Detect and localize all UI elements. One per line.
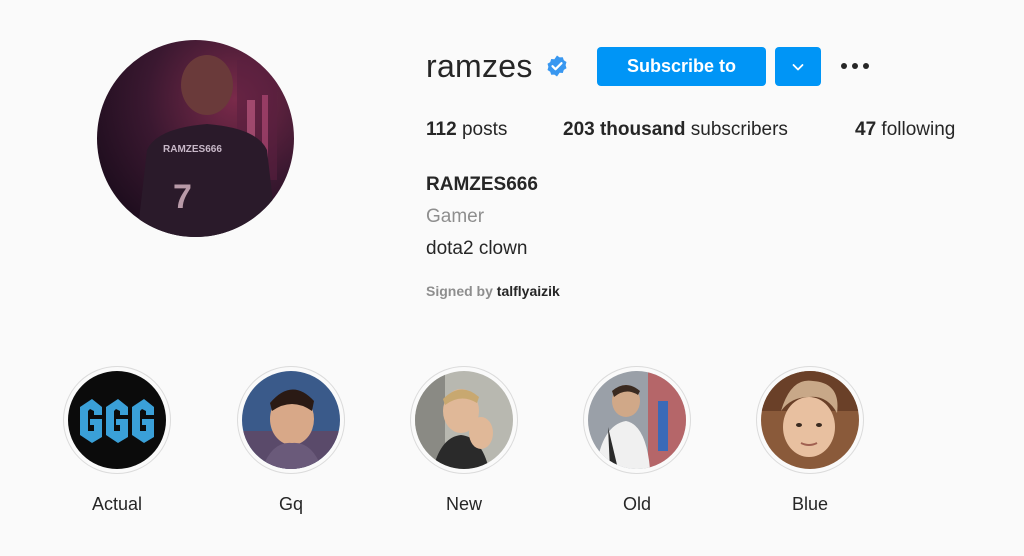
highlight-label: Old [622, 494, 651, 514]
subscribers-stat[interactable]: 203 thousand subscribers [563, 119, 788, 141]
posts-stat: 112 posts [426, 119, 507, 141]
suggested-accounts-dropdown-button[interactable] [775, 47, 821, 86]
highlight-label: Gq [278, 494, 303, 514]
profile-header: ramzes [426, 46, 569, 86]
highlight-photo [415, 371, 513, 469]
highlight-ring [756, 366, 864, 474]
full-name: RAMZES666 [426, 174, 538, 195]
highlight-item[interactable]: Blue [755, 366, 865, 515]
posts-label: posts [461, 119, 508, 140]
subscribers-label: subscribers [690, 119, 788, 140]
highlight-cover [415, 371, 513, 469]
more-options-icon [841, 63, 869, 69]
following-stat[interactable]: 47 following [855, 119, 955, 141]
avatar-image: RAMZES666 7 [97, 40, 294, 237]
highlight-ring [63, 366, 171, 474]
highlight-photo [588, 371, 686, 469]
signed-by-user-link[interactable]: talflyaizik [497, 283, 560, 299]
highlight-cover [588, 371, 686, 469]
following-label: following [881, 119, 956, 140]
category-label: Gamer [426, 206, 485, 227]
highlight-ring [237, 366, 345, 474]
highlight-ring [583, 366, 691, 474]
highlight-cover [242, 371, 340, 469]
chevron-down-icon [792, 63, 804, 70]
more-options-button[interactable] [838, 54, 872, 78]
highlight-item[interactable]: New [409, 366, 519, 515]
highlight-label: Actual [91, 494, 143, 514]
highlight-label: Blue [791, 494, 829, 514]
posts-count: 112 [426, 119, 457, 140]
profile-avatar[interactable]: RAMZES666 7 [97, 40, 294, 237]
highlight-cover [761, 371, 859, 469]
highlight-cover [68, 371, 166, 469]
highlight-label: New [445, 494, 482, 514]
signed-by: Signed by talflyaizik [426, 283, 560, 299]
avatar-jersey-text: RAMZES666 [163, 144, 222, 155]
highlight-item[interactable]: Old [582, 366, 692, 515]
subscribe-button[interactable]: Subscribe to [597, 47, 766, 86]
highlight-item[interactable]: Actual [62, 366, 172, 515]
signed-by-label: Signed by [426, 283, 493, 299]
bio-text: dota2 clown [426, 238, 528, 259]
avatar-jersey-number: 7 [173, 178, 192, 216]
highlight-photo [242, 371, 340, 469]
highlight-item[interactable]: Gq [236, 366, 346, 515]
logo-icon [68, 371, 166, 469]
highlight-ring [410, 366, 518, 474]
verified-badge-icon [545, 54, 569, 78]
highlight-photo [761, 371, 859, 469]
username: ramzes [426, 47, 533, 84]
subscribers-count: 203 thousand [563, 119, 686, 140]
following-count: 47 [855, 119, 877, 140]
